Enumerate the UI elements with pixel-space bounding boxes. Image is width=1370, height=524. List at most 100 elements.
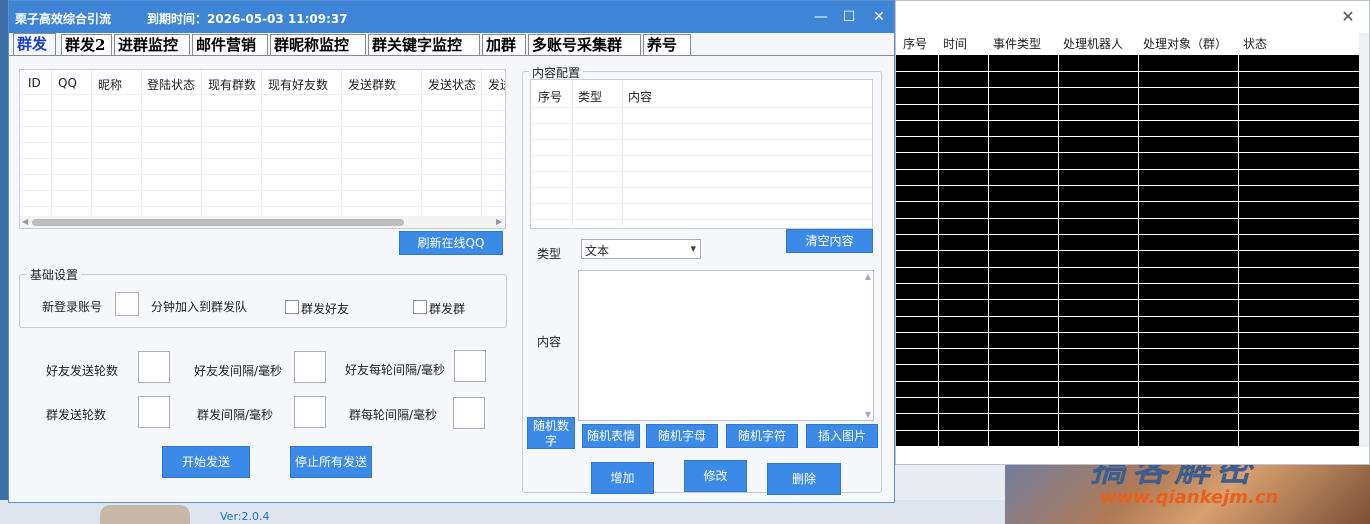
log-column-divider bbox=[1138, 55, 1139, 447]
log-table: 序号 时间 事件类型 处理机器人 处理对象（群） 状态 bbox=[896, 33, 1359, 447]
log-col-header[interactable]: 状态 bbox=[1243, 33, 1267, 55]
tab-bar: 群发 群发2 进群监控 邮件营销 群昵称监控 群关键字监控 加群 多账号采集群 … bbox=[9, 33, 894, 56]
content-textarea[interactable]: ▲ ▼ bbox=[578, 270, 874, 421]
content-table[interactable]: 序号 类型 内容 bbox=[530, 79, 873, 229]
maximize-icon[interactable]: ☐ bbox=[838, 7, 860, 27]
tab-join-monitor[interactable]: 进群监控 bbox=[114, 34, 190, 56]
random-number-button[interactable]: 随机数字 bbox=[527, 417, 575, 449]
log-row-divider bbox=[896, 234, 1359, 235]
random-emoji-button[interactable]: 随机表情 bbox=[582, 424, 640, 448]
accounts-col-header[interactable]: 现有好友数 bbox=[268, 76, 328, 93]
log-window-titlebar: ✕ bbox=[896, 1, 1369, 33]
friend-interval-input[interactable] bbox=[294, 351, 326, 383]
tab-email-marketing[interactable]: 邮件营销 bbox=[192, 34, 268, 56]
friend-round-interval-input[interactable] bbox=[454, 350, 486, 382]
chevron-down-icon[interactable]: ▾ bbox=[690, 242, 696, 255]
scroll-left-icon[interactable]: ◀ bbox=[22, 216, 28, 228]
accounts-col-header[interactable]: 发送 bbox=[488, 76, 505, 93]
tab-group-send[interactable]: 群发 bbox=[13, 33, 56, 56]
accounts-col-header[interactable]: 昵称 bbox=[98, 76, 122, 93]
row-divider bbox=[20, 142, 505, 143]
tab-group-send-2[interactable]: 群发2 bbox=[61, 34, 112, 56]
group-round-interval-input[interactable] bbox=[453, 397, 485, 429]
log-window: ✕ 序号 时间 事件类型 处理机器人 处理对象（群） 状态 bbox=[895, 0, 1370, 465]
log-col-header[interactable]: 时间 bbox=[943, 33, 967, 55]
send-groups-checkbox[interactable] bbox=[413, 300, 427, 314]
log-row-divider bbox=[896, 397, 1359, 398]
send-friends-checkbox[interactable] bbox=[285, 300, 299, 314]
tab-nickname-monitor[interactable]: 群昵称监控 bbox=[270, 34, 366, 56]
accounts-col-header[interactable]: 现有群数 bbox=[208, 76, 256, 93]
log-col-header[interactable]: 事件类型 bbox=[993, 33, 1041, 55]
main-window: 栗子高效综合引流 到期时间：2026-05-03 11:09:37 — ☐ ✕ … bbox=[8, 0, 895, 503]
accounts-col-header[interactable]: ID bbox=[28, 76, 41, 90]
app-title: 栗子高效综合引流 bbox=[15, 12, 112, 26]
accounts-col-header[interactable]: 登陆状态 bbox=[147, 76, 195, 93]
log-row-divider bbox=[896, 71, 1359, 72]
refresh-online-qq-button[interactable]: 刷新在线QQ bbox=[399, 231, 503, 255]
start-send-button[interactable]: 开始发送 bbox=[162, 446, 250, 478]
type-select[interactable]: 文本 ▾ bbox=[581, 239, 701, 259]
log-column-divider bbox=[938, 55, 939, 447]
clear-content-button[interactable]: 清空内容 bbox=[786, 229, 873, 253]
log-column-divider bbox=[1238, 55, 1239, 447]
watermark-url: www.qiankejm.cn bbox=[1100, 487, 1279, 508]
insert-image-button[interactable]: 插入图片 bbox=[806, 424, 878, 448]
scroll-right-icon[interactable]: ▶ bbox=[496, 216, 502, 228]
scroll-up-icon[interactable]: ▲ bbox=[865, 272, 871, 281]
log-row-divider bbox=[896, 446, 1359, 447]
group-rounds-label: 群发送轮数 bbox=[46, 408, 107, 422]
accounts-col-header[interactable]: QQ bbox=[58, 76, 77, 90]
row-divider bbox=[531, 187, 872, 188]
tab-keyword-monitor[interactable]: 群关键字监控 bbox=[368, 34, 480, 56]
log-row-divider bbox=[896, 87, 1359, 88]
desktop-background bbox=[0, 0, 8, 524]
add-button[interactable]: 增加 bbox=[591, 462, 654, 494]
minimize-icon[interactable]: — bbox=[810, 7, 832, 27]
accounts-col-header[interactable]: 发送群数 bbox=[348, 76, 396, 93]
accounts-horizontal-scrollbar[interactable]: ◀ ▶ bbox=[20, 216, 505, 228]
accounts-col-header[interactable]: 发送状态 bbox=[428, 76, 476, 93]
log-row-divider bbox=[896, 201, 1359, 202]
tab-multi-account-collect[interactable]: 多账号采集群 bbox=[528, 34, 641, 56]
close-icon[interactable]: ✕ bbox=[868, 7, 890, 27]
group-round-interval-label: 群每轮间隔/毫秒 bbox=[349, 408, 438, 422]
row-divider bbox=[20, 174, 505, 175]
log-row-divider bbox=[896, 136, 1359, 137]
group-interval-input[interactable] bbox=[294, 396, 326, 428]
expiry-time: 到期时间：2026-05-03 11:09:37 bbox=[147, 12, 348, 26]
close-icon[interactable]: ✕ bbox=[1336, 5, 1360, 29]
stop-all-send-button[interactable]: 停止所有发送 bbox=[290, 446, 372, 478]
send-groups-label[interactable]: 群发群 bbox=[429, 300, 465, 317]
content-col-header[interactable]: 类型 bbox=[578, 88, 602, 105]
log-grid-body[interactable] bbox=[896, 55, 1359, 447]
log-row-divider bbox=[896, 413, 1359, 414]
new-login-minutes-input[interactable] bbox=[115, 292, 139, 316]
log-scrollbar[interactable] bbox=[1359, 33, 1369, 447]
friend-rounds-input[interactable] bbox=[138, 351, 170, 383]
group-rounds-input[interactable] bbox=[138, 396, 170, 428]
accounts-table[interactable]: ID QQ 昵称 登陆状态 现有群数 现有好友数 发送群数 发送状态 发送 ◀ … bbox=[19, 69, 506, 229]
tab-join-group[interactable]: 加群 bbox=[482, 34, 526, 56]
scrollbar-thumb[interactable] bbox=[32, 219, 404, 226]
log-col-header[interactable]: 序号 bbox=[903, 33, 927, 55]
friend-round-interval-label: 好友每轮间隔/毫秒 bbox=[345, 363, 446, 377]
log-col-header[interactable]: 处理对象（群） bbox=[1143, 33, 1227, 55]
log-col-header[interactable]: 处理机器人 bbox=[1063, 33, 1123, 55]
friend-interval-label: 好友发间隔/毫秒 bbox=[194, 364, 283, 378]
type-label: 类型 bbox=[537, 247, 562, 261]
content-col-header[interactable]: 序号 bbox=[538, 88, 562, 105]
send-friends-label[interactable]: 群发好友 bbox=[301, 300, 349, 317]
group-interval-label: 群发间隔/毫秒 bbox=[197, 408, 274, 422]
queue-label: 分钟加入到群发队 bbox=[151, 300, 248, 314]
random-letter-button[interactable]: 随机字母 bbox=[646, 424, 718, 448]
content-col-header[interactable]: 内容 bbox=[628, 88, 652, 105]
random-char-button[interactable]: 随机字符 bbox=[726, 424, 798, 448]
row-divider bbox=[20, 206, 505, 207]
scroll-down-icon[interactable]: ▼ bbox=[865, 410, 871, 419]
desktop-decoration bbox=[100, 505, 190, 524]
row-divider bbox=[531, 139, 872, 140]
edit-button[interactable]: 修改 bbox=[684, 460, 747, 492]
delete-button[interactable]: 删除 bbox=[767, 463, 841, 495]
tab-account-nurture[interactable]: 养号 bbox=[643, 34, 691, 56]
